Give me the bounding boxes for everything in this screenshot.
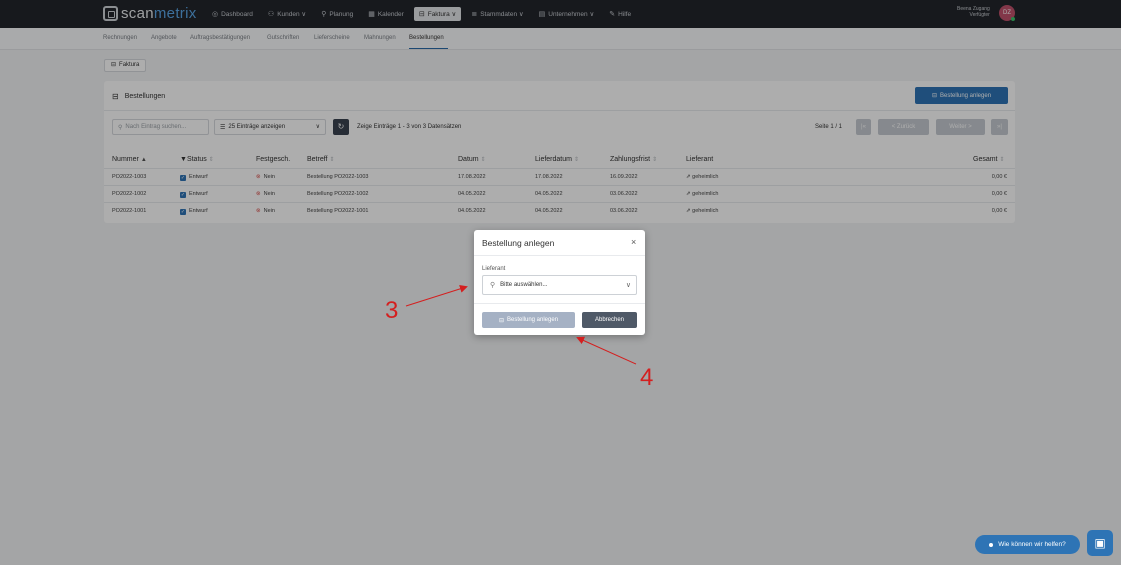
- chat-icon: ▣: [1094, 536, 1106, 550]
- help-chat-pill[interactable]: Wie können wir helfen?: [975, 535, 1080, 554]
- annotation-arrows: [405, 284, 637, 365]
- annotation-arrow-3: [405, 284, 468, 307]
- annotation-3: 3: [385, 297, 399, 324]
- status-dot-icon: [989, 542, 994, 547]
- annotation-arrow-4: [576, 336, 637, 365]
- chat-button[interactable]: ▣: [1087, 530, 1113, 556]
- annotation-4: 4: [640, 364, 654, 391]
